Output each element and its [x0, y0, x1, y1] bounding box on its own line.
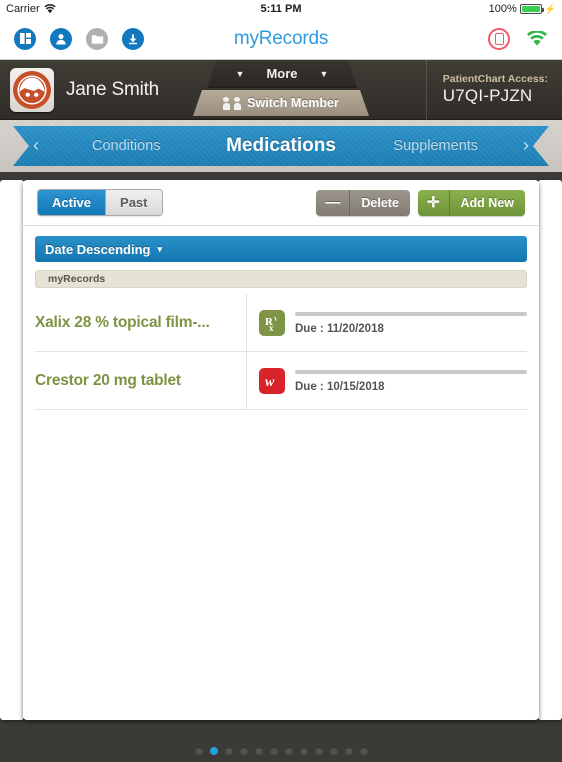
pagination-dot[interactable] [284, 747, 293, 755]
medication-meta: Due : 11/20/2018 [295, 310, 527, 335]
table-row[interactable]: Crestor 20 mg tablet w Due : 10/15/2018 [35, 352, 527, 410]
pagination-dots [0, 740, 562, 762]
prev-section-arrow-icon[interactable]: ‹ [13, 136, 59, 156]
nav-tab-conditions[interactable]: Conditions [59, 138, 194, 154]
app-title: myRecords [233, 27, 329, 49]
wifi-connected-icon[interactable] [526, 30, 548, 47]
pagination-dot[interactable] [194, 747, 203, 755]
ios-status-bar: Carrier 5:11 PM 100% ⚡ [0, 0, 562, 18]
minus-icon: — [316, 189, 351, 216]
refill-progress-bar [295, 312, 527, 316]
switch-member-tab[interactable]: Switch Member [193, 90, 369, 116]
chevron-down-icon: ▾ [157, 243, 163, 254]
ribbon-nav-area: ‹ Conditions Medications Supplements › [0, 120, 562, 172]
nav-tab-supplements[interactable]: Supplements [368, 138, 503, 154]
segment-past[interactable]: Past [105, 190, 162, 215]
alert-record-icon[interactable] [488, 27, 510, 50]
medication-detail: w Due : 10/15/2018 [246, 352, 527, 409]
medication-name: Xalix 28 % topical film-... [35, 313, 210, 331]
more-tab-label: More [266, 66, 298, 81]
panel-toolbar: Active Past — Delete ✛ Add New [23, 180, 539, 226]
caret-down-icon-left: ▼ [235, 68, 245, 79]
medication-detail: R x Due : 11/20/2018 [246, 294, 527, 351]
avatar[interactable] [10, 67, 54, 112]
switch-member-label: Switch Member [247, 96, 339, 110]
next-section-arrow-icon[interactable]: › [503, 136, 549, 156]
medications-list: Xalix 28 % topical film-... R x Due : 11… [35, 294, 527, 720]
pagination-dot-active[interactable] [209, 747, 218, 755]
carousel-peek-previous[interactable] [0, 180, 24, 720]
delete-button[interactable]: — Delete [316, 189, 410, 216]
toolbar-right-group [488, 27, 548, 50]
active-past-segmented-control: Active Past [37, 189, 163, 216]
pagination-dot[interactable] [224, 747, 233, 755]
due-date-label: Due : 10/15/2018 [295, 381, 385, 393]
access-code: U7QI-PJZN [442, 86, 533, 105]
caret-down-icon-right: ▼ [319, 68, 329, 79]
svg-text:w: w [265, 375, 275, 390]
member-avatar-icon [13, 70, 51, 109]
delete-button-label: Delete [361, 195, 399, 210]
nav-tab-medications[interactable]: Medications [194, 135, 369, 157]
add-new-button-label: Add New [460, 195, 514, 210]
table-row[interactable]: Xalix 28 % topical film-... R x Due : 11… [35, 294, 527, 352]
segment-active[interactable]: Active [38, 190, 106, 215]
pagination-dot[interactable] [299, 747, 308, 755]
plus-icon: ✛ [418, 189, 450, 216]
pagination-dot[interactable] [344, 747, 353, 755]
lightning-bolt-icon: ⚡ [544, 3, 556, 14]
pagination-dot[interactable] [329, 747, 338, 755]
more-tab[interactable]: ▼ More ▼ [207, 60, 357, 88]
sort-dropdown[interactable]: Date Descending ▾ [35, 236, 527, 262]
group-header: myRecords [35, 270, 527, 288]
patientchart-access-block: PatientChart Access: U7QI-PJZN [425, 59, 562, 120]
people-icon [222, 96, 241, 110]
medications-panel: Active Past — Delete ✛ Add New Date Desc… [23, 180, 539, 720]
medication-name: Crestor 20 mg tablet [35, 371, 181, 389]
battery-percent-label: 100% [488, 3, 517, 15]
pagination-dot[interactable] [239, 747, 248, 755]
clock-label: 5:11 PM [260, 3, 302, 15]
pagination-dot[interactable] [314, 747, 323, 755]
svg-text:x: x [269, 323, 274, 332]
member-bar: Jane Smith ▼ More ▼ Switch Member Patien… [0, 59, 562, 120]
battery-full-icon [519, 4, 544, 14]
pagination-dot[interactable] [254, 747, 263, 755]
rx-prescription-icon: R x [259, 309, 285, 336]
refill-progress-bar [295, 370, 527, 374]
member-name: Jane Smith [66, 78, 160, 100]
medication-meta: Due : 10/15/2018 [295, 368, 527, 393]
ribbon-nav: ‹ Conditions Medications Supplements › [13, 126, 549, 166]
due-date-label: Due : 11/20/2018 [295, 323, 384, 335]
panel-action-buttons: — Delete ✛ Add New [316, 189, 525, 216]
app-toolbar: myRecords [0, 18, 562, 60]
walgreens-logo-icon: w [259, 367, 285, 394]
carousel-peek-next[interactable] [538, 180, 562, 720]
sort-dropdown-label: Date Descending [45, 241, 151, 257]
pagination-dot[interactable] [269, 747, 278, 755]
access-label: PatientChart Access: [442, 73, 548, 85]
member-tabs: ▼ More ▼ Switch Member [193, 60, 369, 120]
pagination-dot[interactable] [359, 747, 368, 755]
add-new-button[interactable]: ✛ Add New [417, 189, 525, 216]
status-bar-battery-group: 100% ⚡ [489, 3, 556, 15]
carousel-stage: Active Past — Delete ✛ Add New Date Desc… [0, 172, 562, 740]
